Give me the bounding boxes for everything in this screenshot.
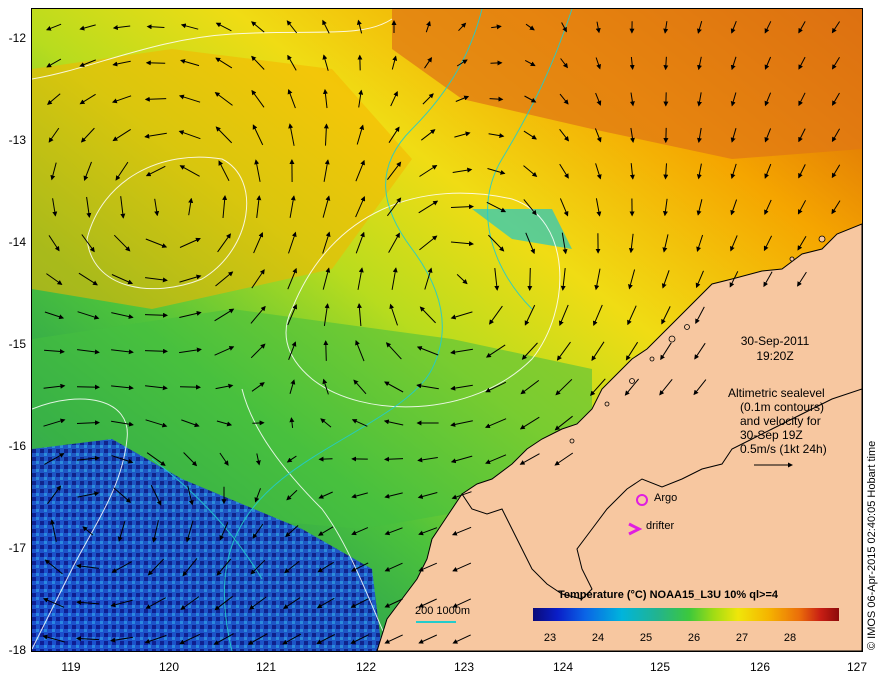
lat-label-18: -18 [8,643,26,657]
bathymetry-legend-line [416,621,456,623]
panel-time: 19:20Z [756,349,794,363]
velocity-arrow [252,420,265,426]
altimetry-line-4: 30-Sep 19Z [740,428,803,442]
colorbar-title: Temperature (°C) NOAA15_L3U 10% ql>=4 [558,589,778,601]
velocity-arrow [179,384,201,390]
panel-date: 30-Sep-2011 [740,334,810,348]
lon-label-125: 125 [649,660,671,674]
colorbar-tick-26: 26 [687,632,701,644]
sst-map [31,8,863,652]
altimetry-line-5: 0.5m/s (1kt 24h) [740,442,827,456]
colorbar-tick-27: 27 [735,632,749,644]
lat-label-17: -17 [8,541,26,555]
altimetry-line-3: and velocity for [740,414,821,428]
lon-label-126: 126 [749,660,771,674]
legend-drifter-label: drifter [646,520,675,532]
lon-label-121: 121 [255,660,277,674]
lon-label-124: 124 [552,660,574,674]
lat-label-16: -16 [8,439,26,453]
lat-label-12: -12 [8,31,26,45]
velocity-arrow [318,456,333,462]
altimetry-line-2: (0.1m contours) [740,400,825,414]
lat-label-15: -15 [8,337,26,351]
lat-label-13: -13 [8,133,26,147]
colorbar-tick-24: 24 [591,632,605,644]
lon-label-120: 120 [158,660,180,674]
lon-label-119: 119 [61,660,81,674]
colorbar-tick-25: 25 [639,632,653,644]
velocity-arrow [323,340,329,361]
bathymetry-legend-label: 200 1000m [415,605,471,617]
lon-label-123: 123 [453,660,475,674]
sst-map-canvas [32,9,862,651]
colorbar-tick-23: 23 [543,632,557,644]
lat-label-14: -14 [8,235,26,249]
velocity-arrow [527,267,533,291]
altimetry-line-1: Altimetric sealevel [728,386,825,400]
lon-label-122: 122 [355,660,377,674]
colorbar [533,608,839,621]
imos-credit: © IMOS 06-Apr-2015 02:40:05 Hobart time [866,440,878,650]
colorbar-tick-28: 28 [783,632,797,644]
legend-argo-label: Argo [654,492,678,504]
lon-label-127: 127 [846,660,868,674]
